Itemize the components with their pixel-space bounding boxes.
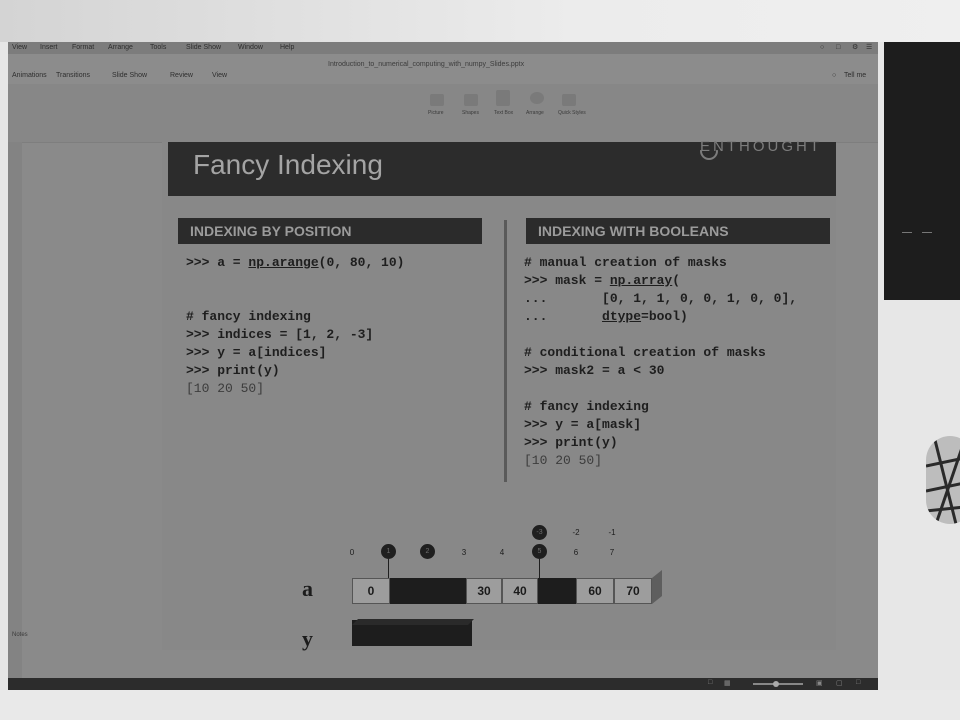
code-line-mask: >>> mask = np.array( <box>524 273 681 288</box>
tab-animations[interactable]: Animations <box>12 72 47 79</box>
menu-view[interactable]: View <box>12 42 27 54</box>
array-cell-2 <box>428 578 466 604</box>
code-output-right: [10 20 50] <box>524 453 603 468</box>
menu-window[interactable]: Window <box>238 42 263 54</box>
tab-transitions[interactable]: Transitions <box>56 72 90 79</box>
array-cell-6: 60 <box>576 578 614 604</box>
code-line-print: >>> print(y) <box>186 363 280 378</box>
ribbon-toolbar: Picture Shapes Text Box Arrange Quick St… <box>8 84 878 143</box>
adjacent-dark-screen <box>884 42 960 300</box>
index-stem-5 <box>539 559 540 579</box>
code-line-arange: >>> a = np.arange(0, 80, 10) <box>186 255 405 270</box>
array-3d-edge <box>652 570 662 604</box>
decorative-sphere-icon <box>926 436 960 524</box>
status-bar: □ ▦ ▣ ▢ □ <box>8 678 878 690</box>
zoom-slider-handle[interactable] <box>773 681 779 687</box>
array-label-y: y <box>302 626 313 651</box>
menu-arrange[interactable]: Arrange <box>108 42 133 54</box>
index-stem-1 <box>388 559 389 579</box>
code-comment-manual: # manual creation of masks <box>524 255 727 270</box>
shapes-button[interactable]: Shapes <box>462 110 479 116</box>
code-comment-fancy-right: # fancy indexing <box>524 399 649 414</box>
code-line-mask2: >>> mask2 = a < 30 <box>524 363 665 378</box>
section-header-position: INDEXING BY POSITION <box>178 218 482 244</box>
code-comment-fancy: # fancy indexing <box>186 309 311 324</box>
quick-styles-button[interactable]: Quick Styles <box>558 110 586 116</box>
menu-bar: View Insert Format Arrange Tools Slide S… <box>8 42 878 54</box>
photo-background-top <box>0 0 960 42</box>
index-label-3: 3 <box>461 548 467 557</box>
screen-mark <box>902 232 912 233</box>
lightbulb-icon: ○ <box>832 72 837 79</box>
slide-canvas[interactable]: Fancy Indexing ENTHOUGHT INDEXING BY POS… <box>162 138 836 651</box>
presentation-app-window: View Insert Format Arrange Tools Slide S… <box>8 42 878 690</box>
fit-slide-icon[interactable]: ▣ <box>816 679 823 687</box>
array-label-a: a <box>302 576 313 601</box>
code-line-print-right: >>> print(y) <box>524 435 618 450</box>
menu-tools[interactable]: Tools <box>150 42 166 54</box>
code-comment-conditional: # conditional creation of masks <box>524 345 766 360</box>
text-box-icon[interactable] <box>496 90 510 106</box>
shapes-icon[interactable] <box>464 94 478 106</box>
notes-label[interactable]: Notes <box>12 632 28 638</box>
present-icon[interactable]: ▢ <box>836 679 843 687</box>
quick-styles-icon[interactable] <box>562 94 576 106</box>
array-cell-1 <box>390 578 428 604</box>
index-marker-1: 1 <box>381 544 396 559</box>
code-line-indices: >>> indices = [1, 2, -3] <box>186 327 374 342</box>
menu-slide-show[interactable]: Slide Show <box>186 42 221 54</box>
view-grid-icon[interactable]: ▦ <box>724 679 731 687</box>
screen-mark-2 <box>922 232 932 233</box>
enthought-logo: ENTHOUGHT <box>700 138 822 155</box>
code-output-left: [10 20 50] <box>186 381 265 396</box>
search-icon[interactable]: ○ <box>820 42 824 54</box>
menu-help[interactable]: Help <box>280 42 294 54</box>
index-marker-2: 2 <box>420 544 435 559</box>
picture-button[interactable]: Picture <box>428 110 444 116</box>
ribbon-tab-bar: Introduction_to_numerical_computing_with… <box>8 54 878 84</box>
code-line-y-indices: >>> y = a[indices] <box>186 345 327 360</box>
window-icon[interactable]: □ <box>836 42 840 54</box>
array-cell-4: 40 <box>502 578 538 604</box>
arrange-icon[interactable] <box>530 92 544 104</box>
text-box-button[interactable]: Text Box <box>494 110 513 116</box>
index-label-7: 7 <box>609 548 615 557</box>
slide-thumbnail-pane[interactable] <box>8 142 22 682</box>
code-line-dtype: ... dtype=bool) <box>524 309 688 324</box>
array-cell-0: 0 <box>352 578 390 604</box>
index-marker-neg3: -3 <box>532 525 547 540</box>
tab-slide-show[interactable]: Slide Show <box>112 72 147 79</box>
list-icon[interactable]: ☰ <box>866 42 872 54</box>
tell-me-search[interactable]: Tell me <box>844 72 866 79</box>
tab-view[interactable]: View <box>212 72 227 79</box>
index-label-0: 0 <box>349 548 355 557</box>
array-cell-3: 30 <box>466 578 502 604</box>
picture-icon[interactable] <box>430 94 444 106</box>
index-label-neg1: -1 <box>608 528 616 537</box>
code-line-mask-values: ... [0, 1, 1, 0, 0, 1, 0, 0], <box>524 291 798 306</box>
array-cell-7: 70 <box>614 578 652 604</box>
settings-icon[interactable]: ⚙ <box>852 42 858 54</box>
slide-title: Fancy Indexing <box>193 149 383 180</box>
arrange-button[interactable]: Arrange <box>526 110 544 116</box>
slide-title-bar: Fancy Indexing ENTHOUGHT <box>168 138 836 196</box>
index-label-4: 4 <box>499 548 505 557</box>
index-label-6: 6 <box>573 548 579 557</box>
fullscreen-icon[interactable]: □ <box>856 679 860 686</box>
section-header-booleans: INDEXING WITH BOOLEANS <box>526 218 830 244</box>
index-label-neg2: -2 <box>572 528 580 537</box>
view-normal-icon[interactable]: □ <box>708 679 712 686</box>
array-cell-5 <box>538 578 576 604</box>
tab-review[interactable]: Review <box>170 72 193 79</box>
photo-background-bottom <box>0 690 960 720</box>
code-line-y-mask: >>> y = a[mask] <box>524 417 642 432</box>
document-title: Introduction_to_numerical_computing_with… <box>328 61 525 68</box>
menu-format[interactable]: Format <box>72 42 94 54</box>
column-divider <box>504 220 507 482</box>
result-array-top-edge <box>352 619 474 625</box>
index-marker-5: 5 <box>532 544 547 559</box>
menu-insert[interactable]: Insert <box>40 42 58 54</box>
